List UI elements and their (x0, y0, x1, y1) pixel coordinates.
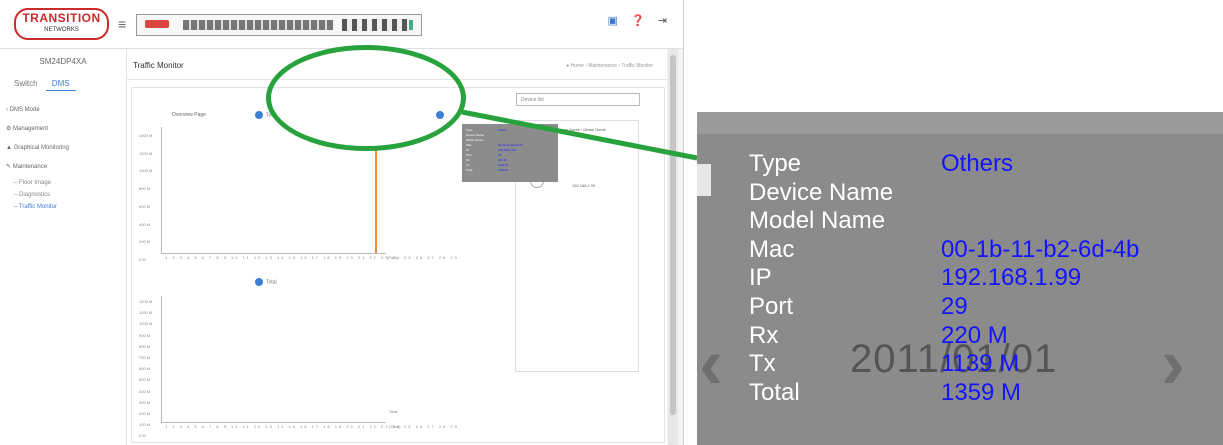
tooltip-value: Others (941, 150, 1014, 177)
y-tick: 1000 M (139, 168, 153, 174)
y-tick: 900 M (139, 332, 151, 338)
save-icon[interactable]: ▣ (608, 15, 618, 27)
logout-icon[interactable]: ⇥ (658, 15, 667, 27)
y-tick: 0 M (139, 433, 146, 439)
toggle-dot-icon (255, 111, 263, 119)
sidebar-subitem-diagnostics[interactable]: – Diagnostics (14, 189, 69, 201)
y-tick: 800 M (139, 186, 151, 192)
sidebar-item-management[interactable]: ⚙ Management (6, 120, 69, 139)
y-tick: 700 M (139, 355, 151, 361)
chart-bottom-plot (161, 296, 386, 423)
tab-dms[interactable]: DMS (45, 77, 76, 91)
tooltip-label: Device Name (749, 178, 894, 206)
tooltip-label: Total (749, 378, 800, 406)
mini-tooltip-labels: Type Device Name Model Name Mac IP Port Rx Tx To… (466, 128, 485, 172)
breadcrumb: ● Home › Maintenance › Traffic Monitor (566, 63, 653, 69)
chevron-right-icon[interactable]: › (1161, 324, 1185, 404)
device-list-header: Device Name / Model Name (556, 127, 607, 132)
chart-bottom-legend: Total (389, 409, 398, 414)
web-ui-screenshot: TRANSITION NETWORKS ≡ ▣ ❓ ⇥ SM24DP4XA Sw… (0, 0, 684, 445)
sidebar-subitem-traffic-monitor[interactable]: – Traffic Monitor (14, 201, 69, 213)
tooltip-label: Tx (749, 350, 776, 378)
tooltip-value: 00-1b-11-b2-6d-4b (941, 235, 1140, 263)
tab-switch[interactable]: Switch (8, 77, 44, 90)
y-tick: 1200 M (139, 150, 153, 156)
tooltip-label: Type (749, 150, 802, 177)
mini-tooltip: Type Device Name Model Name Mac IP Port Rx Tx To… (462, 124, 558, 182)
device-front-panel[interactable] (136, 14, 422, 36)
device-search-input[interactable]: Device list (516, 93, 640, 106)
y-tick: 1000 M (139, 321, 153, 327)
y-tick: 600 M (139, 366, 151, 372)
sidebar-subitem-floor-image[interactable]: – Floor Image (14, 177, 69, 189)
y-tick: 200 M (139, 239, 151, 245)
sfp-ports (342, 19, 412, 31)
toggle-dot-icon (255, 278, 263, 286)
sidebar-item-maintenance[interactable]: ✎ Maintenance (6, 158, 69, 177)
tooltip-label: Mac (749, 235, 795, 263)
chart-bottom-yaxis: 1200 M 1100 M 1000 M 900 M 800 M 700 M 6… (139, 296, 152, 442)
chart-top-xticks: 1 2 3 4 5 6 7 8 9 10 11 12 13 14 15 16 1… (165, 255, 459, 260)
sidebar-item-graphical-monitoring[interactable]: ▲ Graphical Monitoring (6, 139, 69, 158)
chart-top-title: Overview Page (172, 112, 206, 118)
tooltip-label: Port (749, 292, 794, 320)
hamburger-icon[interactable]: ≡ (118, 16, 126, 32)
tooltip-value: 1139 M (941, 350, 1020, 378)
tooltip-value: 220 M (941, 321, 1008, 349)
top-icons: ▣ ❓ ⇥ (598, 14, 667, 27)
transition-logo[interactable]: TRANSITION NETWORKS (14, 8, 109, 40)
mini-tooltip-values: Others 00-1b-11-b2-6d-4b 192.168.1.99 29 22… (498, 128, 523, 172)
y-tick: 0 M (139, 256, 146, 262)
model-name: SM24DP4XA (39, 57, 87, 66)
logo-text: TRANSITION (22, 11, 101, 25)
device-brand-mark (145, 20, 169, 28)
chart-top-xlabel: (Port) (387, 255, 397, 260)
chart-bottom-xticks: 1 2 3 4 5 6 7 8 9 10 11 12 13 14 15 16 1… (165, 424, 459, 429)
sidebar: SM24DP4XA Switch DMS ‹ DMS Mode ⚙ Manage… (0, 49, 127, 445)
help-icon[interactable]: ❓ (631, 15, 645, 27)
tooltip-value: 1359 M (941, 378, 1022, 406)
y-tick: 1400 M (139, 133, 153, 138)
top-bar: TRANSITION NETWORKS ≡ ▣ ❓ ⇥ (0, 0, 683, 49)
sidebar-menu: ‹ DMS Mode ⚙ Management ▲ Graphical Moni… (6, 101, 69, 213)
scrollbar-thumb[interactable] (670, 55, 676, 415)
chart-top-yaxis: 1400 M 1200 M 1000 M 800 M 600 M 400 M 2… (139, 127, 152, 269)
tooltip-value: 192.168.1.99 (941, 264, 1082, 292)
scrollbar[interactable] (668, 49, 678, 445)
y-tick: 1100 M (139, 310, 153, 316)
y-tick: 400 M (139, 221, 151, 227)
y-tick: 800 M (139, 343, 151, 349)
page-title: Traffic Monitor (133, 61, 184, 70)
chevron-left-icon[interactable]: ‹ (699, 324, 723, 404)
toggle-label: Total (266, 279, 277, 286)
sidebar-tabs: Switch DMS (8, 77, 76, 91)
tooltip-value: 29 (941, 292, 968, 320)
y-tick: 100 M (139, 422, 151, 428)
sidebar-item-dms-mode[interactable]: ‹ DMS Mode (6, 101, 69, 120)
y-tick: 1200 M (139, 299, 153, 304)
zoomed-tooltip: 2011/01/01 ‹ › Type Others Device Name M… (697, 112, 1223, 445)
port-29-traffic-bar[interactable] (375, 149, 377, 253)
underlying-panel-edge (697, 164, 711, 196)
y-tick: 600 M (139, 203, 151, 209)
chart-bottom-toggle[interactable]: Total (255, 278, 277, 286)
y-tick: 400 M (139, 388, 151, 394)
status-led (409, 20, 413, 30)
tooltip-label: Rx (749, 321, 779, 349)
highlight-ellipse (266, 45, 466, 151)
y-tick: 500 M (139, 377, 151, 383)
tooltip-label: Model Name (749, 207, 886, 235)
logo-subtext: NETWORKS (44, 27, 79, 33)
device-ip[interactable]: 192.168.1.99 (572, 183, 595, 188)
chart-bottom-xlabel: (Time) (389, 424, 401, 429)
tooltip-label: IP (749, 264, 772, 292)
y-tick: 200 M (139, 411, 151, 417)
y-tick: 300 M (139, 399, 151, 405)
tooltip-top-strip (697, 112, 1223, 134)
rj45-ports (183, 20, 333, 30)
